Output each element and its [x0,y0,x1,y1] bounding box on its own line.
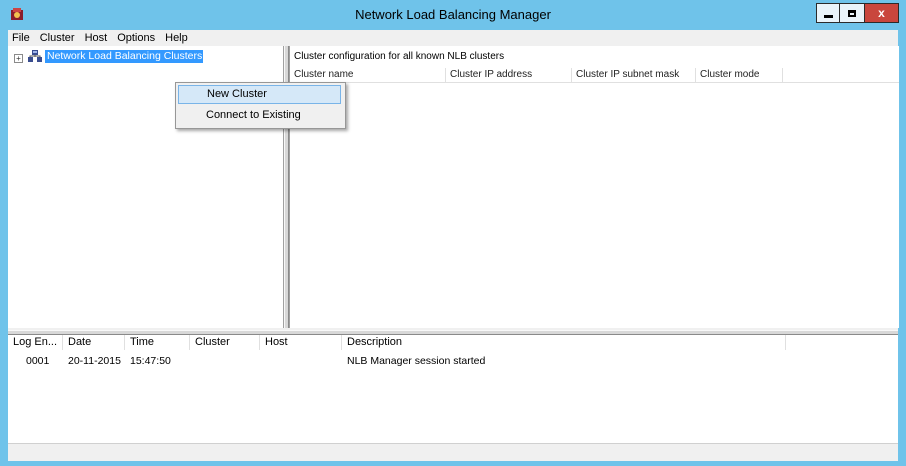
log-pane[interactable]: Log En... Date Time Cluster Host Descrip… [8,335,898,443]
log-entry-cell: 0001 [26,355,50,367]
status-bar [8,443,898,461]
log-date-cell: 20-11-2015 [68,355,121,367]
close-button[interactable]: x [865,3,899,23]
log-column-headers: Log En... Date Time Cluster Host Descrip… [8,335,898,350]
close-icon: x [878,6,885,20]
window-title: Network Load Balancing Manager [355,7,551,22]
log-description-cell: NLB Manager session started [347,355,486,367]
minimize-button[interactable] [816,3,840,23]
menu-host[interactable]: Host [80,30,113,46]
menu-file[interactable]: File [8,30,35,46]
col-cluster-ip[interactable]: Cluster IP address [446,68,572,82]
col-cluster[interactable]: Cluster [190,335,260,350]
maximize-button[interactable] [840,3,865,23]
tree-expand-toggle[interactable]: + [14,54,23,63]
maximize-icon [848,9,856,17]
col-description[interactable]: Description [342,335,786,350]
log-host-cell [260,354,342,368]
col-log-entry[interactable]: Log En... [8,335,63,350]
col-cluster-name[interactable]: Cluster name [290,68,446,82]
detail-column-headers: Cluster name Cluster IP address Cluster … [290,68,899,83]
context-menu: New Cluster Connect to Existing [175,82,346,129]
client-area: File Cluster Host Options Help + Network… [8,30,899,461]
col-time[interactable]: Time [125,335,190,350]
menu-connect-existing[interactable]: Connect to Existing [178,106,341,125]
minimize-icon [823,14,833,18]
col-subnet-mask[interactable]: Cluster IP subnet mask [572,68,696,82]
network-cluster-icon [28,50,42,62]
menu-options[interactable]: Options [112,30,160,46]
log-cluster-cell [190,354,260,368]
detail-caption: Cluster configuration for all known NLB … [294,51,505,62]
log-time-cell: 15:47:50 [130,355,171,367]
col-host[interactable]: Host [260,335,342,350]
main-window: Network Load Balancing Manager x File Cl… [0,0,906,466]
tree-root-item[interactable]: Network Load Balancing Clusters [45,50,203,63]
menu-bar: File Cluster Host Options Help [8,30,898,46]
menu-new-cluster[interactable]: New Cluster [178,85,341,104]
menu-cluster[interactable]: Cluster [35,30,80,46]
menu-help[interactable]: Help [160,30,193,46]
top-pane: + Network Load Balancing Clusters Cluste… [8,46,899,330]
title-bar[interactable]: Network Load Balancing Manager x [0,0,906,30]
cluster-detail-pane[interactable]: Cluster configuration for all known NLB … [289,46,899,328]
col-cluster-mode[interactable]: Cluster mode [696,68,783,82]
log-row[interactable]: 0001 20-11-2015 15:47:50 NLB Manager ses… [8,354,898,368]
col-date[interactable]: Date [63,335,125,350]
